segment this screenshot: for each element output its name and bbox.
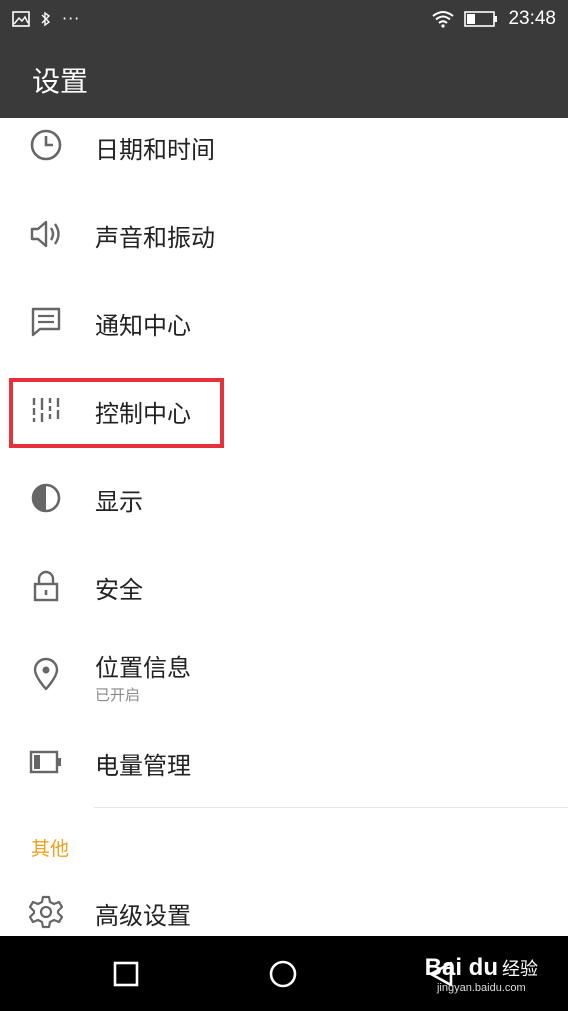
watermark-text: 经验	[502, 959, 538, 980]
settings-item-label: 位置信息	[95, 654, 191, 682]
page-title: 设置	[32, 65, 89, 98]
speaker-icon	[30, 220, 60, 248]
message-icon	[31, 307, 61, 337]
settings-item-sound[interactable]: 声音和振动	[0, 190, 568, 278]
clock-icon	[30, 129, 62, 161]
battery-level-icon	[29, 750, 61, 774]
settings-item-label: 日期和时间	[95, 136, 215, 164]
section-header-other: 其他	[31, 838, 70, 860]
navigation-bar: Bai du 经验 jingyan.baidu.com	[0, 936, 568, 1011]
watermark-url: jingyan.baidu.com	[436, 982, 526, 994]
image-icon	[12, 11, 30, 27]
status-left: ···	[12, 10, 80, 28]
settings-item-display[interactable]: 显示	[0, 454, 568, 542]
app-bar: 设置	[0, 40, 568, 118]
recents-button[interactable]	[110, 958, 142, 990]
watermark-logo: Bai du	[424, 954, 498, 981]
lock-icon	[33, 570, 59, 602]
settings-item-notifications[interactable]: 通知中心	[0, 278, 568, 366]
settings-item-security[interactable]: 安全	[0, 542, 568, 630]
battery-icon	[464, 11, 498, 27]
settings-item-advanced[interactable]: 高级设置	[0, 868, 568, 936]
settings-item-label: 通知中心	[95, 312, 191, 340]
gear-icon	[28, 895, 64, 929]
annotation-highlight-box	[9, 378, 224, 448]
status-bar: ··· 23:48	[0, 0, 568, 40]
settings-item-label: 电量管理	[95, 752, 191, 780]
screen: ··· 23:48 设置 日期和时间 声音和振动 通知中心 控制中心 显示 安全…	[0, 0, 568, 1011]
section-divider	[94, 807, 568, 808]
contrast-icon	[31, 483, 61, 513]
settings-item-battery[interactable]: 电量管理	[0, 718, 568, 806]
settings-item-label: 安全	[95, 576, 143, 604]
home-button[interactable]	[267, 958, 299, 990]
location-pin-icon	[33, 657, 59, 691]
bluetooth-icon	[41, 11, 51, 27]
wifi-icon	[432, 11, 455, 28]
status-time: 23:48	[508, 8, 556, 29]
settings-item-label: 显示	[95, 488, 143, 516]
settings-item-date-time[interactable]: 日期和时间	[0, 118, 568, 182]
settings-item-label: 声音和振动	[95, 224, 215, 252]
settings-item-label: 高级设置	[95, 902, 191, 930]
settings-item-location[interactable]: 位置信息 已开启	[0, 630, 568, 718]
status-right: 23:48	[432, 8, 556, 30]
settings-list: 日期和时间 声音和振动 通知中心 控制中心 显示 安全 位置信息 已开启 电量管…	[0, 118, 568, 936]
baidu-jingyan-watermark: Bai du 经验 jingyan.baidu.com	[425, 954, 538, 994]
more-indicator: ···	[62, 9, 81, 28]
settings-item-status: 已开启	[95, 686, 141, 704]
